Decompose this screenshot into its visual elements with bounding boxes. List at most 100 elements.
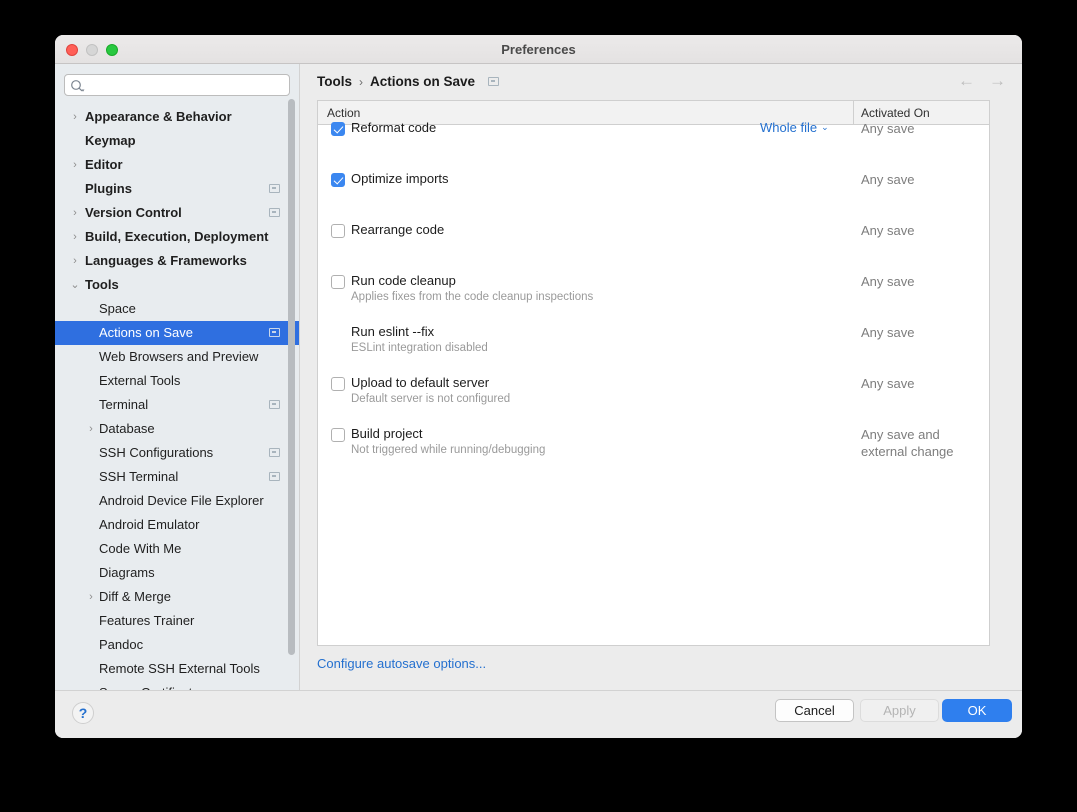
row-label: Optimize imports [351,171,449,186]
chevron-right-icon[interactable]: › [69,249,81,273]
row-label: Run eslint --fix [351,324,435,339]
sidebar-item-keymap[interactable]: Keymap [55,129,299,153]
row-checkbox[interactable] [331,224,345,238]
sidebar-item-terminal[interactable]: Terminal [55,393,299,417]
sidebar-item-diagrams[interactable]: Diagrams [55,561,299,585]
chevron-right-icon[interactable]: › [69,105,81,129]
sidebar-item-android-emulator[interactable]: Android Emulator [55,513,299,537]
search-field[interactable] [64,74,290,96]
table-row[interactable]: Run eslint --fix ESLint integration disab… [318,324,989,368]
project-settings-badge-icon [269,448,280,457]
table-row[interactable]: Reformat code Whole file ⌄ Any save [318,120,989,164]
row-sublabel: Applies fixes from the code cleanup insp… [351,291,594,303]
minimize-button[interactable] [86,44,98,56]
chevron-right-icon[interactable]: › [69,201,81,225]
settings-main-panel: Tools › Actions on Save ← → Action Activ… [301,64,1022,719]
sidebar-item-label: Plugins [85,181,132,196]
window-controls [66,44,118,56]
chevron-right-icon[interactable]: › [69,225,81,249]
chevron-right-icon[interactable]: › [69,153,81,177]
row-scope-dropdown[interactable]: Whole file ⌄ [760,120,829,135]
row-checkbox[interactable] [331,122,345,136]
sidebar-item-space[interactable]: Space [55,297,299,321]
window-titlebar: Preferences [55,35,1022,64]
sidebar-item-web-browsers-and-preview[interactable]: Web Browsers and Preview [55,345,299,369]
table-row[interactable]: Run code cleanup Applies fixes from the c… [318,273,989,317]
row-label: Reformat code [351,120,437,135]
sidebar-item-editor[interactable]: › Editor [55,153,299,177]
row-activated-on: Any save [861,223,915,238]
sidebar-item-database[interactable]: › Database [55,417,299,441]
row-label: Upload to default server [351,375,490,390]
configure-autosave-link[interactable]: Configure autosave options... [317,656,486,671]
sidebar-item-remote-ssh-external-tools[interactable]: Remote SSH External Tools [55,657,299,681]
nav-back-icon[interactable]: ← [958,71,975,91]
ok-button[interactable]: OK [942,699,1012,722]
table-row[interactable]: Rearrange code Any save [318,222,989,266]
sidebar-item-ssh-configurations[interactable]: SSH Configurations [55,441,299,465]
sidebar-item-ssh-terminal[interactable]: SSH Terminal [55,465,299,489]
sidebar-item-label: Tools [85,277,119,292]
sidebar-item-label: Android Emulator [99,517,200,532]
sidebar-item-label: Pandoc [99,637,144,652]
project-settings-badge-icon [269,400,280,409]
row-checkbox[interactable] [331,275,345,289]
sidebar-item-languages-frameworks[interactable]: › Languages & Frameworks [55,249,299,273]
table-row[interactable]: Build project Not triggered while running… [318,426,989,470]
sidebar-item-features-trainer[interactable]: Features Trainer [55,609,299,633]
sidebar-item-diff-merge[interactable]: › Diff & Merge [55,585,299,609]
sidebar-item-code-with-me[interactable]: Code With Me [55,537,299,561]
nav-forward-icon[interactable]: → [989,71,1006,91]
sidebar-item-pandoc[interactable]: Pandoc [55,633,299,657]
row-checkbox[interactable] [331,377,345,391]
window-body: › Appearance & Behavior Keymap › Editor Plugi… [55,64,1022,738]
settings-tree: › Appearance & Behavior Keymap › Editor Plugi… [55,102,299,705]
sidebar-search-wrap [55,64,299,102]
sidebar-item-android-device-file-explorer[interactable]: Android Device File Explorer [55,489,299,513]
sidebar-item-actions-on-save[interactable]: Actions on Save [55,321,299,345]
help-button[interactable]: ? [72,702,94,724]
row-label: Run code cleanup [351,273,456,288]
row-activated-on: Any save [861,172,915,187]
project-settings-badge-icon [269,208,280,217]
sidebar-item-label: Terminal [99,397,149,412]
sidebar-item-build-execution-deployment[interactable]: › Build, Execution, Deployment [55,225,299,249]
row-sublabel: Default server is not configured [351,393,511,405]
chevron-right-icon[interactable]: › [85,417,97,441]
sidebar-item-version-control[interactable]: › Version Control [55,201,299,225]
chevron-down-icon[interactable]: ⌄ [69,273,81,297]
sidebar-item-label: Diff & Merge [99,589,172,604]
breadcrumb: Tools › Actions on Save [317,74,500,89]
row-activated-on: Any save and external change [861,427,954,459]
close-button[interactable] [66,44,78,56]
sidebar-item-label: Version Control [85,205,182,220]
row-checkbox[interactable] [331,428,345,442]
sidebar-item-label: Database [99,421,155,436]
project-settings-badge-icon [269,472,280,481]
apply-button[interactable]: Apply [860,699,939,722]
sidebar-item-label: Diagrams [99,565,155,580]
sidebar-item-tools[interactable]: ⌄ Tools [55,273,299,297]
project-settings-badge-icon [488,77,500,86]
sidebar-item-label: Space [99,301,136,316]
row-activated-on: Any save [861,121,915,136]
search-input[interactable] [91,75,285,95]
table-row[interactable]: Upload to default server Default server i… [318,375,989,419]
project-settings-badge-icon [269,184,280,193]
sidebar-item-label: Build, Execution, Deployment [85,229,269,244]
cancel-button[interactable]: Cancel [775,699,854,722]
sidebar-scrollbar[interactable] [288,99,295,655]
sidebar-item-external-tools[interactable]: External Tools [55,369,299,393]
table-row[interactable]: Optimize imports Any save [318,171,989,215]
sidebar-item-plugins[interactable]: Plugins [55,177,299,201]
chevron-right-icon[interactable]: › [85,585,97,609]
sidebar-item-label: External Tools [99,373,181,388]
breadcrumb-parent[interactable]: Tools [317,74,352,89]
sidebar-item-appearance-behavior[interactable]: › Appearance & Behavior [55,105,299,129]
row-checkbox[interactable] [331,173,345,187]
zoom-button[interactable] [106,44,118,56]
sidebar-item-label: Appearance & Behavior [85,109,232,124]
row-label: Build project [351,426,423,441]
sidebar-item-label: Android Device File Explorer [99,493,264,508]
preferences-window: Preferences › Appearance & Behavior Keymap… [55,35,1022,738]
